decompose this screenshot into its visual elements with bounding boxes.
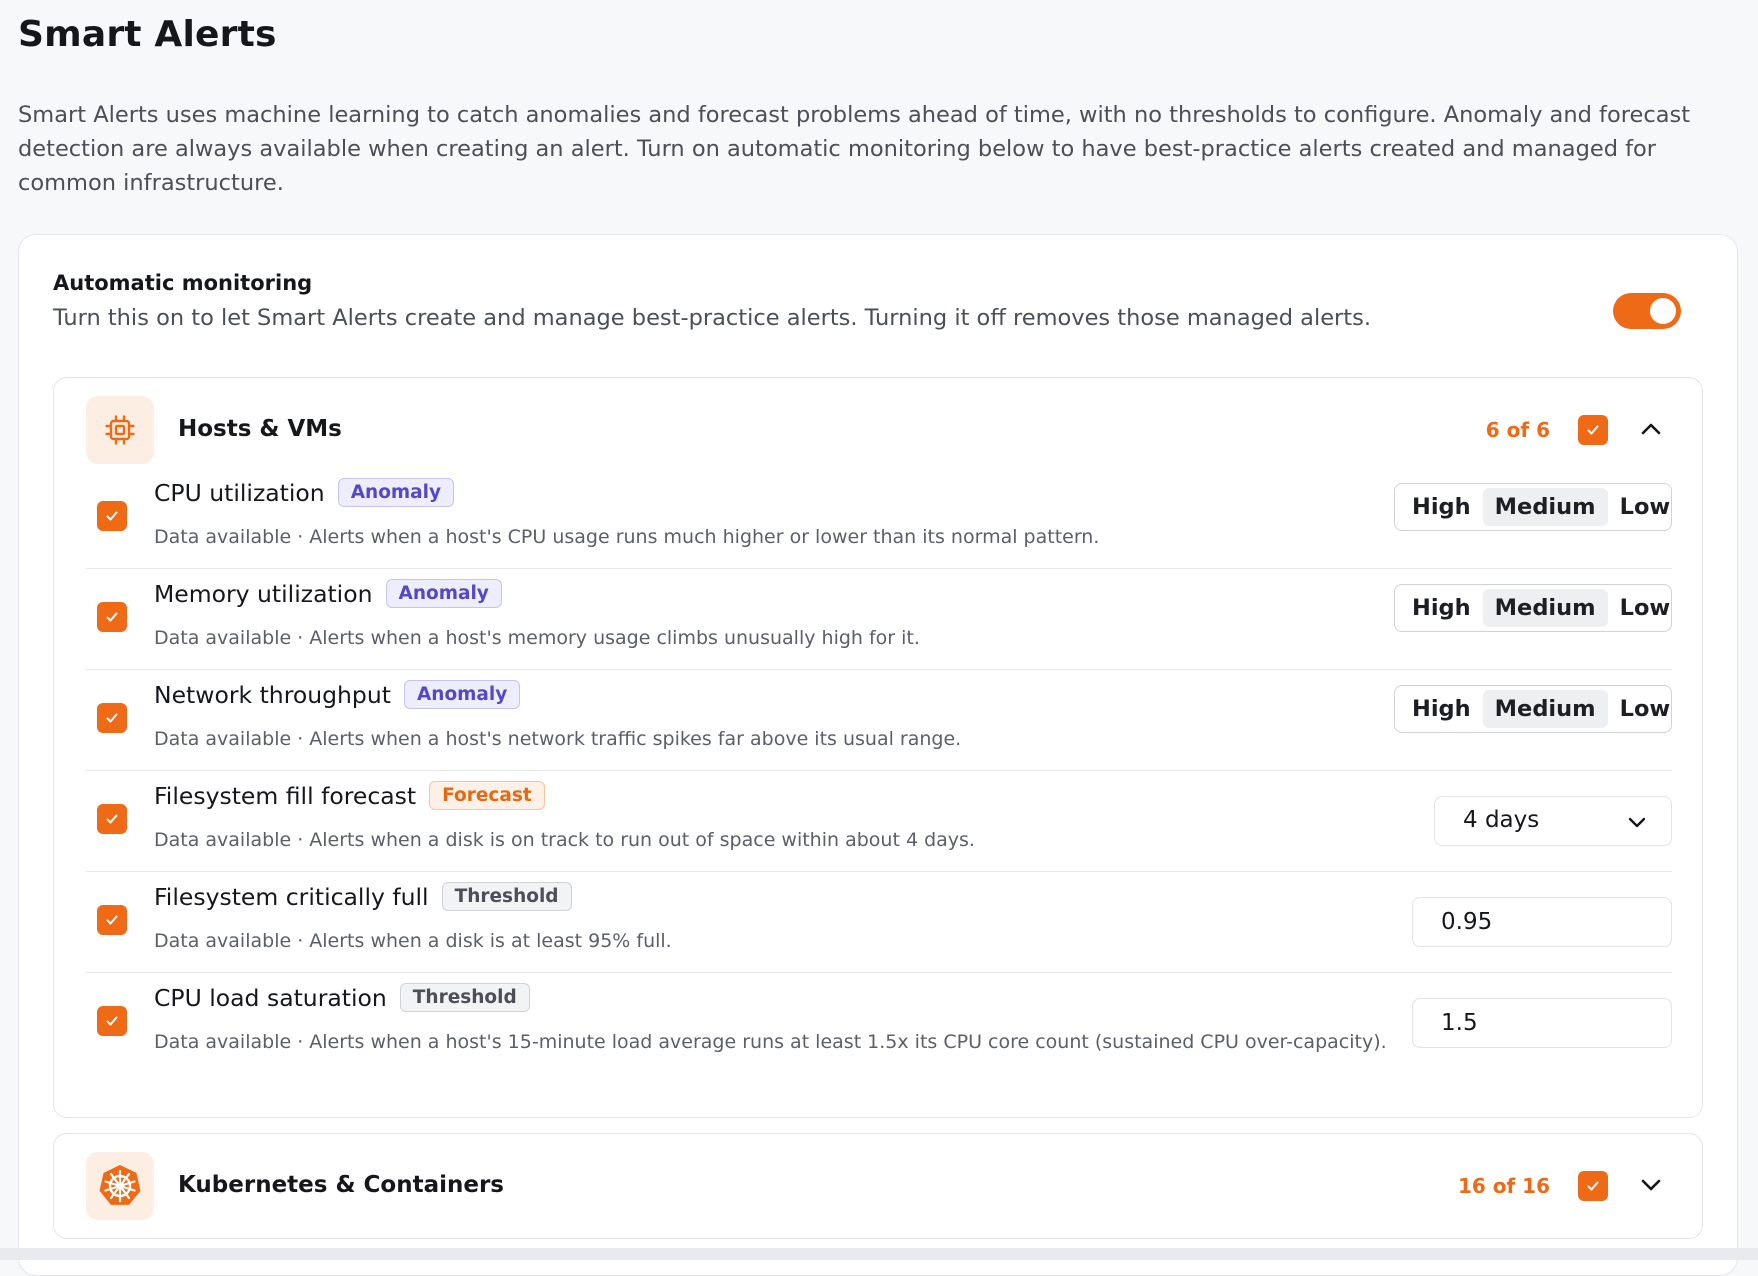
alert-name: CPU load saturation [154,983,387,1012]
group-select-all-checkbox[interactable] [1578,1171,1608,1201]
threshold-badge: Threshold [441,882,572,911]
sensitivity-high[interactable]: High [1400,488,1483,526]
alert-checkbox[interactable] [97,905,127,935]
sensitivity-medium[interactable]: Medium [1482,488,1608,526]
anomaly-badge: Anomaly [403,680,521,709]
alert-name-row: Filesystem critically full Threshold [154,882,572,911]
alert-description: Data available · Alerts when a host's ne… [154,728,962,750]
automatic-monitoring-title: Automatic monitoring [53,271,313,295]
alert-name: CPU utilization [154,478,325,507]
alert-row-cpu-utilization: CPU utilization Anomaly Data available ·… [86,468,1672,569]
forecast-window-value: 4 days [1463,807,1540,833]
checkmark-icon [106,713,118,723]
automatic-monitoring-card: Automatic monitoring Turn this on to let… [18,234,1738,1276]
alert-description: Data available · Alerts when a disk is a… [154,930,672,952]
sensitivity-low[interactable]: Low [1608,589,1683,627]
alert-row-cpu-load-saturation: CPU load saturation Threshold Data avail… [86,973,1672,1073]
anomaly-badge: Anomaly [337,478,455,507]
checkmark-icon [106,1016,118,1026]
alert-description: Data available · Alerts when a disk is o… [154,829,975,851]
sensitivity-low[interactable]: Low [1608,488,1683,526]
checkmark-icon [1587,425,1599,435]
forecast-window-select[interactable]: 4 days [1434,796,1672,846]
group-select-all-checkbox[interactable] [1578,415,1608,445]
threshold-input[interactable] [1412,998,1672,1048]
alert-name: Filesystem fill forecast [154,781,417,810]
checkmark-icon [1587,1181,1599,1191]
checkmark-icon [106,511,118,521]
alert-name: Network throughput [154,680,391,709]
alert-name: Filesystem critically full [154,882,429,911]
alert-name-row: Memory utilization Anomaly [154,579,502,608]
alert-checkbox[interactable] [97,602,127,632]
alert-name-row: CPU utilization Anomaly [154,478,455,507]
group-kubernetes-containers: Kubernetes & Containers 16 of 16 [53,1133,1703,1239]
alert-description: Data available · Alerts when a host's CP… [154,526,1100,548]
threshold-badge: Threshold [399,983,530,1012]
sensitivity-medium[interactable]: Medium [1482,589,1608,627]
scroll-edge [0,1248,1758,1260]
alert-name-row: Filesystem fill forecast Forecast [154,781,545,810]
automatic-monitoring-description: Turn this on to let Smart Alerts create … [53,305,1371,331]
alert-description: Data available · Alerts when a host's 15… [154,1031,1387,1053]
cpu-chip-icon [86,396,154,464]
page-title: Smart Alerts [18,14,277,55]
alert-row-network-throughput: Network throughput Anomaly Data availabl… [86,670,1672,771]
alert-name: Memory utilization [154,579,373,608]
toggle-knob [1650,298,1676,324]
sensitivity-segmented-control: High Medium Low [1394,685,1672,733]
alert-checkbox[interactable] [97,804,127,834]
kubernetes-helm-icon [86,1152,154,1220]
expand-chevron-down-icon[interactable] [1638,1172,1664,1198]
sensitivity-high[interactable]: High [1400,589,1483,627]
page-intro: Smart Alerts uses machine learning to ca… [18,102,1691,196]
alert-row-memory-utilization: Memory utilization Anomaly Data availabl… [86,569,1672,670]
sensitivity-low[interactable]: Low [1608,690,1683,728]
chevron-down-icon [1628,817,1646,828]
alert-name-row: CPU load saturation Threshold [154,983,530,1012]
group-count: 16 of 16 [1457,1174,1550,1198]
alert-checkbox[interactable] [97,1006,127,1036]
alert-row-filesystem-critically-full: Filesystem critically full Threshold Dat… [86,872,1672,973]
forecast-badge: Forecast [429,781,545,810]
group-title: Kubernetes & Containers [178,1172,504,1198]
anomaly-badge: Anomaly [385,579,502,608]
collapse-chevron-up-icon[interactable] [1638,416,1664,442]
checkmark-icon [106,814,118,824]
alert-description: Data available · Alerts when a host's me… [154,627,920,649]
alert-checkbox[interactable] [97,501,127,531]
sensitivity-high[interactable]: High [1400,690,1483,728]
alert-checkbox[interactable] [97,703,127,733]
group-hosts-vms: Hosts & VMs 6 of 6 CPU utilization Anoma… [53,377,1703,1118]
alert-name-row: Network throughput Anomaly [154,680,521,709]
group-count: 6 of 6 [1485,418,1550,442]
automatic-monitoring-toggle[interactable] [1613,293,1681,329]
group-title: Hosts & VMs [178,416,342,442]
checkmark-icon [106,915,118,925]
sensitivity-segmented-control: High Medium Low [1394,483,1672,531]
threshold-input[interactable] [1412,897,1672,947]
checkmark-icon [106,612,118,622]
sensitivity-segmented-control: High Medium Low [1394,584,1672,632]
alert-row-filesystem-fill-forecast: Filesystem fill forecast Forecast Data a… [86,771,1672,872]
sensitivity-medium[interactable]: Medium [1482,690,1608,728]
